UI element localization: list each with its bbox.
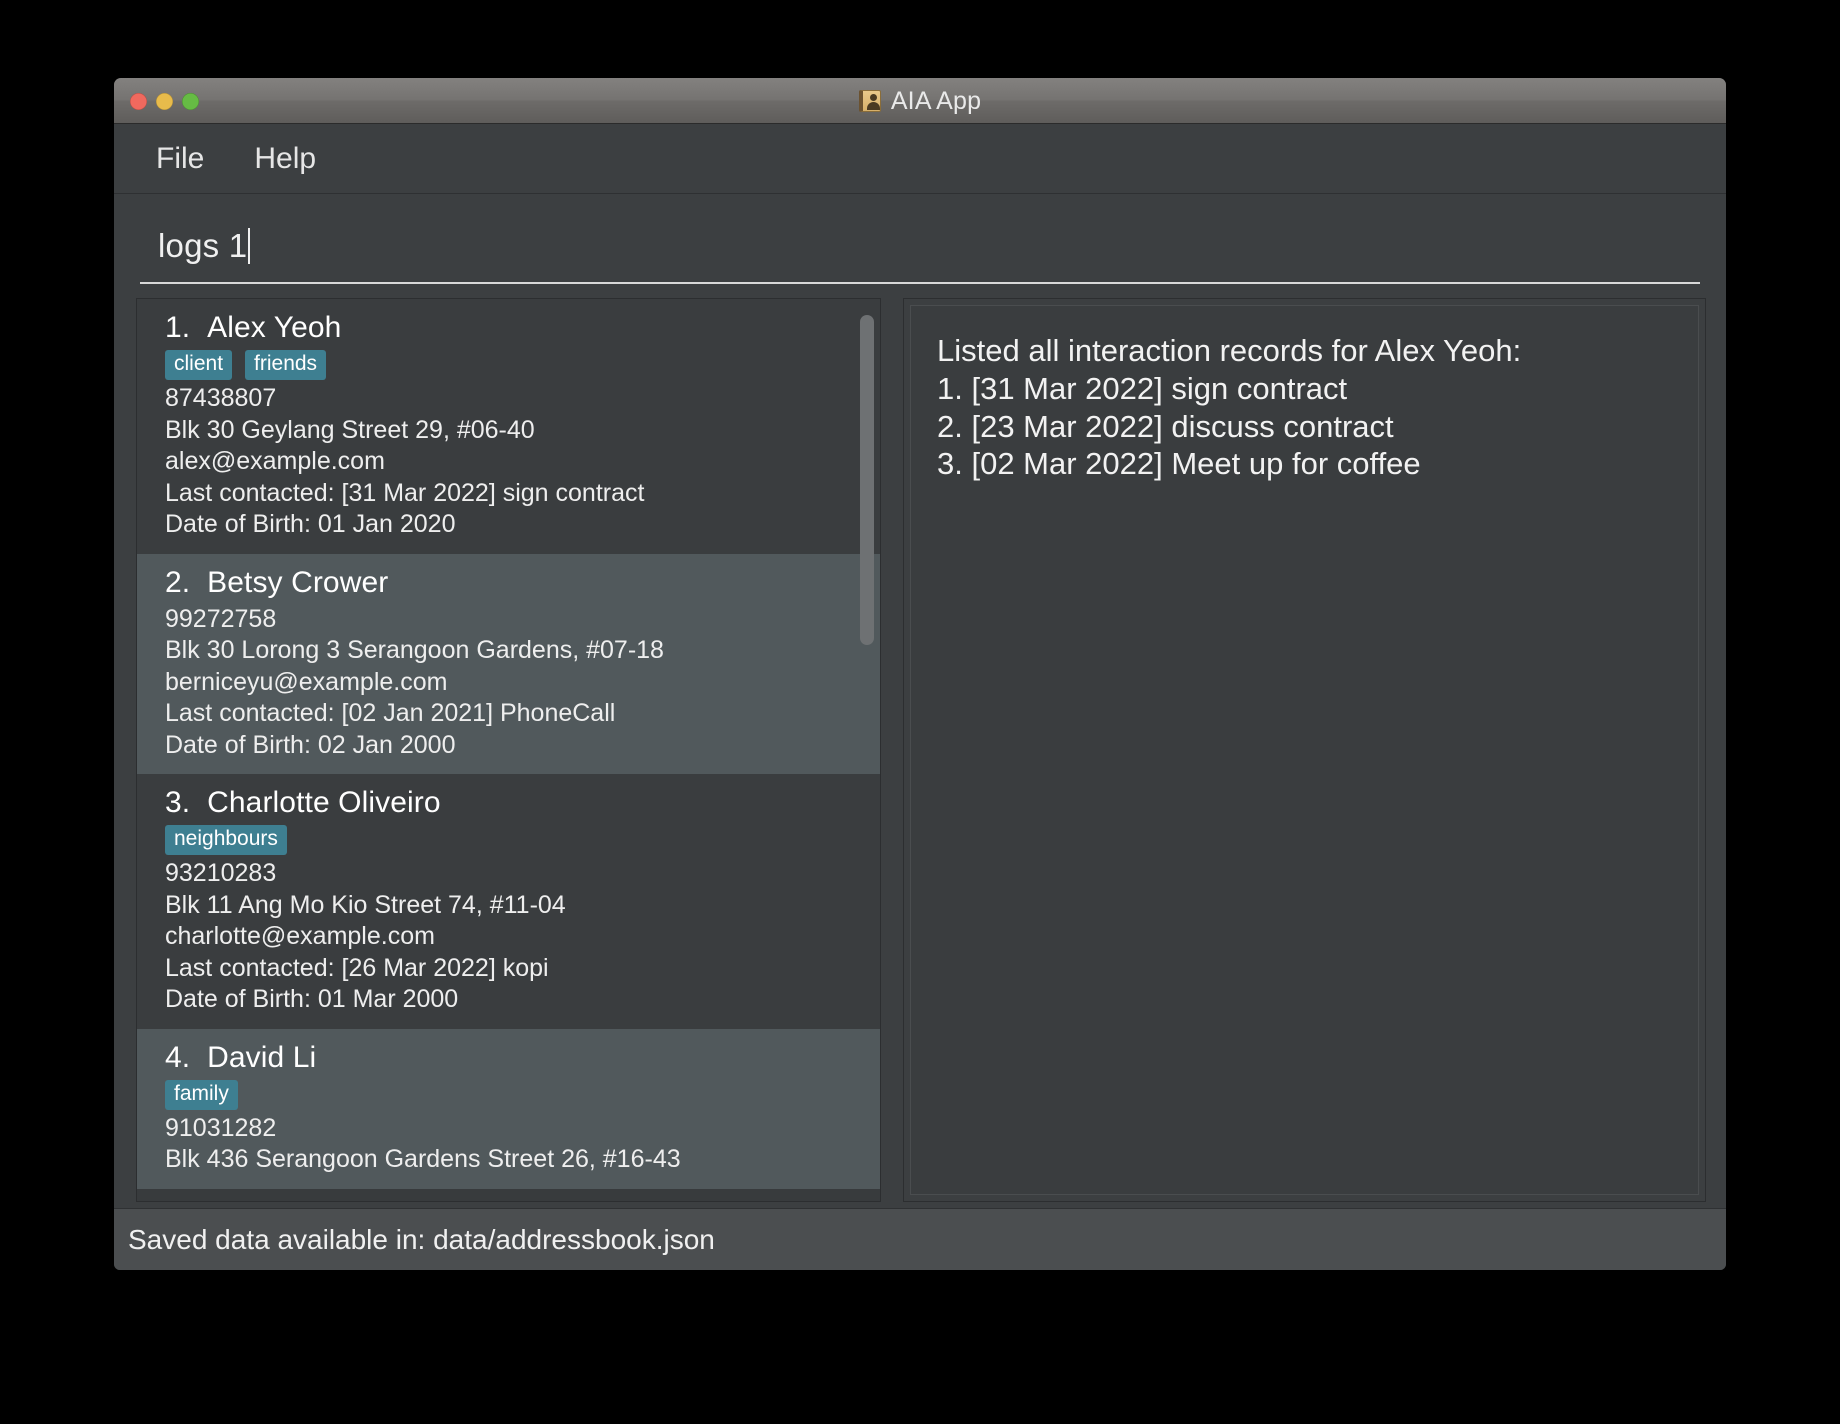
menu-bar: File Help <box>114 124 1726 194</box>
menu-help[interactable]: Help <box>246 138 324 180</box>
list-scrollbar[interactable] <box>860 305 874 1195</box>
tag-list: client friends <box>165 350 866 381</box>
command-box-container: logs 1 <box>114 194 1726 290</box>
person-last-contacted: Last contacted: [26 Mar 2022] kopi <box>165 953 549 982</box>
result-display-panel: Listed all interaction records for Alex … <box>903 298 1706 1202</box>
list-item[interactable]: 2. Betsy Crower 99272758 Blk 30 Lorong 3… <box>137 553 880 775</box>
tag-badge: client <box>165 350 233 381</box>
window-title: AIA App <box>890 86 982 115</box>
command-input-value: logs 1 <box>158 227 248 264</box>
person-email: charlotte@example.com <box>165 922 435 951</box>
result-display: Listed all interaction records for Alex … <box>910 305 1699 1195</box>
address-book-icon <box>858 90 881 112</box>
person-address: Blk 30 Lorong 3 Serangoon Gardens, #07-1… <box>165 636 664 665</box>
scrollbar-thumb[interactable] <box>860 315 874 645</box>
tag-list: neighbours <box>165 825 866 856</box>
person-date-of-birth: Date of Birth: 02 Jan 2000 <box>165 730 456 759</box>
list-item[interactable]: 3. Charlotte Oliveiro neighbours 9321028… <box>137 774 880 1029</box>
person-address: Blk 30 Geylang Street 29, #06-40 <box>165 415 535 444</box>
person-address: Blk 11 Ang Mo Kio Street 74, #11-04 <box>165 890 566 919</box>
result-line: 3. [02 Mar 2022] Meet up for coffee <box>937 446 1421 482</box>
tag-badge: family <box>165 1079 238 1110</box>
application-window: AIA App File Help logs 1 1. Alex Yeoh cl… <box>114 78 1726 1270</box>
result-line: 2. [23 Mar 2022] discuss contract <box>937 408 1394 444</box>
main-split: 1. Alex Yeoh client friends 87438807 Blk… <box>114 290 1726 1208</box>
minimize-window-button[interactable] <box>156 92 173 110</box>
list-item[interactable]: 4. David Li family 91031282 Blk 436 Sera… <box>137 1028 880 1189</box>
result-line: Listed all interaction records for Alex … <box>937 333 1522 368</box>
person-title: 4. David Li <box>165 1040 317 1074</box>
person-title: 1. Alex Yeoh <box>165 311 342 344</box>
title-bar-center: AIA App <box>114 78 1726 124</box>
menu-file[interactable]: File <box>148 138 212 180</box>
status-bar: Saved data available in: data/addressboo… <box>114 1208 1726 1270</box>
close-window-button[interactable] <box>130 92 147 110</box>
tag-badge: friends <box>245 350 327 381</box>
person-phone: 91031282 <box>165 1113 277 1142</box>
person-email: alex@example.com <box>165 447 385 476</box>
person-list[interactable]: 1. Alex Yeoh client friends 87438807 Blk… <box>137 299 880 1201</box>
person-phone: 87438807 <box>165 384 277 413</box>
person-phone: 93210283 <box>165 859 277 888</box>
window-controls <box>130 78 199 124</box>
result-line: 1. [31 Mar 2022] sign contract <box>937 370 1348 406</box>
person-date-of-birth: Date of Birth: 01 Mar 2000 <box>165 985 459 1014</box>
command-input[interactable]: logs 1 <box>140 210 1700 284</box>
text-caret <box>248 228 251 264</box>
title-bar[interactable]: AIA App <box>114 78 1726 124</box>
person-address: Blk 436 Serangoon Gardens Street 26, #16… <box>165 1145 681 1174</box>
person-last-contacted: Last contacted: [31 Mar 2022] sign contr… <box>165 478 645 507</box>
tag-list: family <box>165 1079 866 1110</box>
person-phone: 99272758 <box>165 604 277 633</box>
person-date-of-birth: Date of Birth: 01 Jan 2020 <box>165 510 456 539</box>
person-email: berniceyu@example.com <box>165 667 448 696</box>
tag-badge: neighbours <box>165 825 287 856</box>
maximize-window-button[interactable] <box>182 92 199 110</box>
person-list-panel: 1. Alex Yeoh client friends 87438807 Blk… <box>136 298 881 1202</box>
screen: AIA App File Help logs 1 1. Alex Yeoh cl… <box>0 0 1840 1424</box>
list-item[interactable]: 1. Alex Yeoh client friends 87438807 Blk… <box>137 299 880 554</box>
person-last-contacted: Last contacted: [02 Jan 2021] PhoneCall <box>165 699 616 728</box>
person-title: 2. Betsy Crower <box>165 565 389 599</box>
status-bar-text: Saved data available in: data/addressboo… <box>128 1223 715 1255</box>
person-title: 3. Charlotte Oliveiro <box>165 786 441 820</box>
